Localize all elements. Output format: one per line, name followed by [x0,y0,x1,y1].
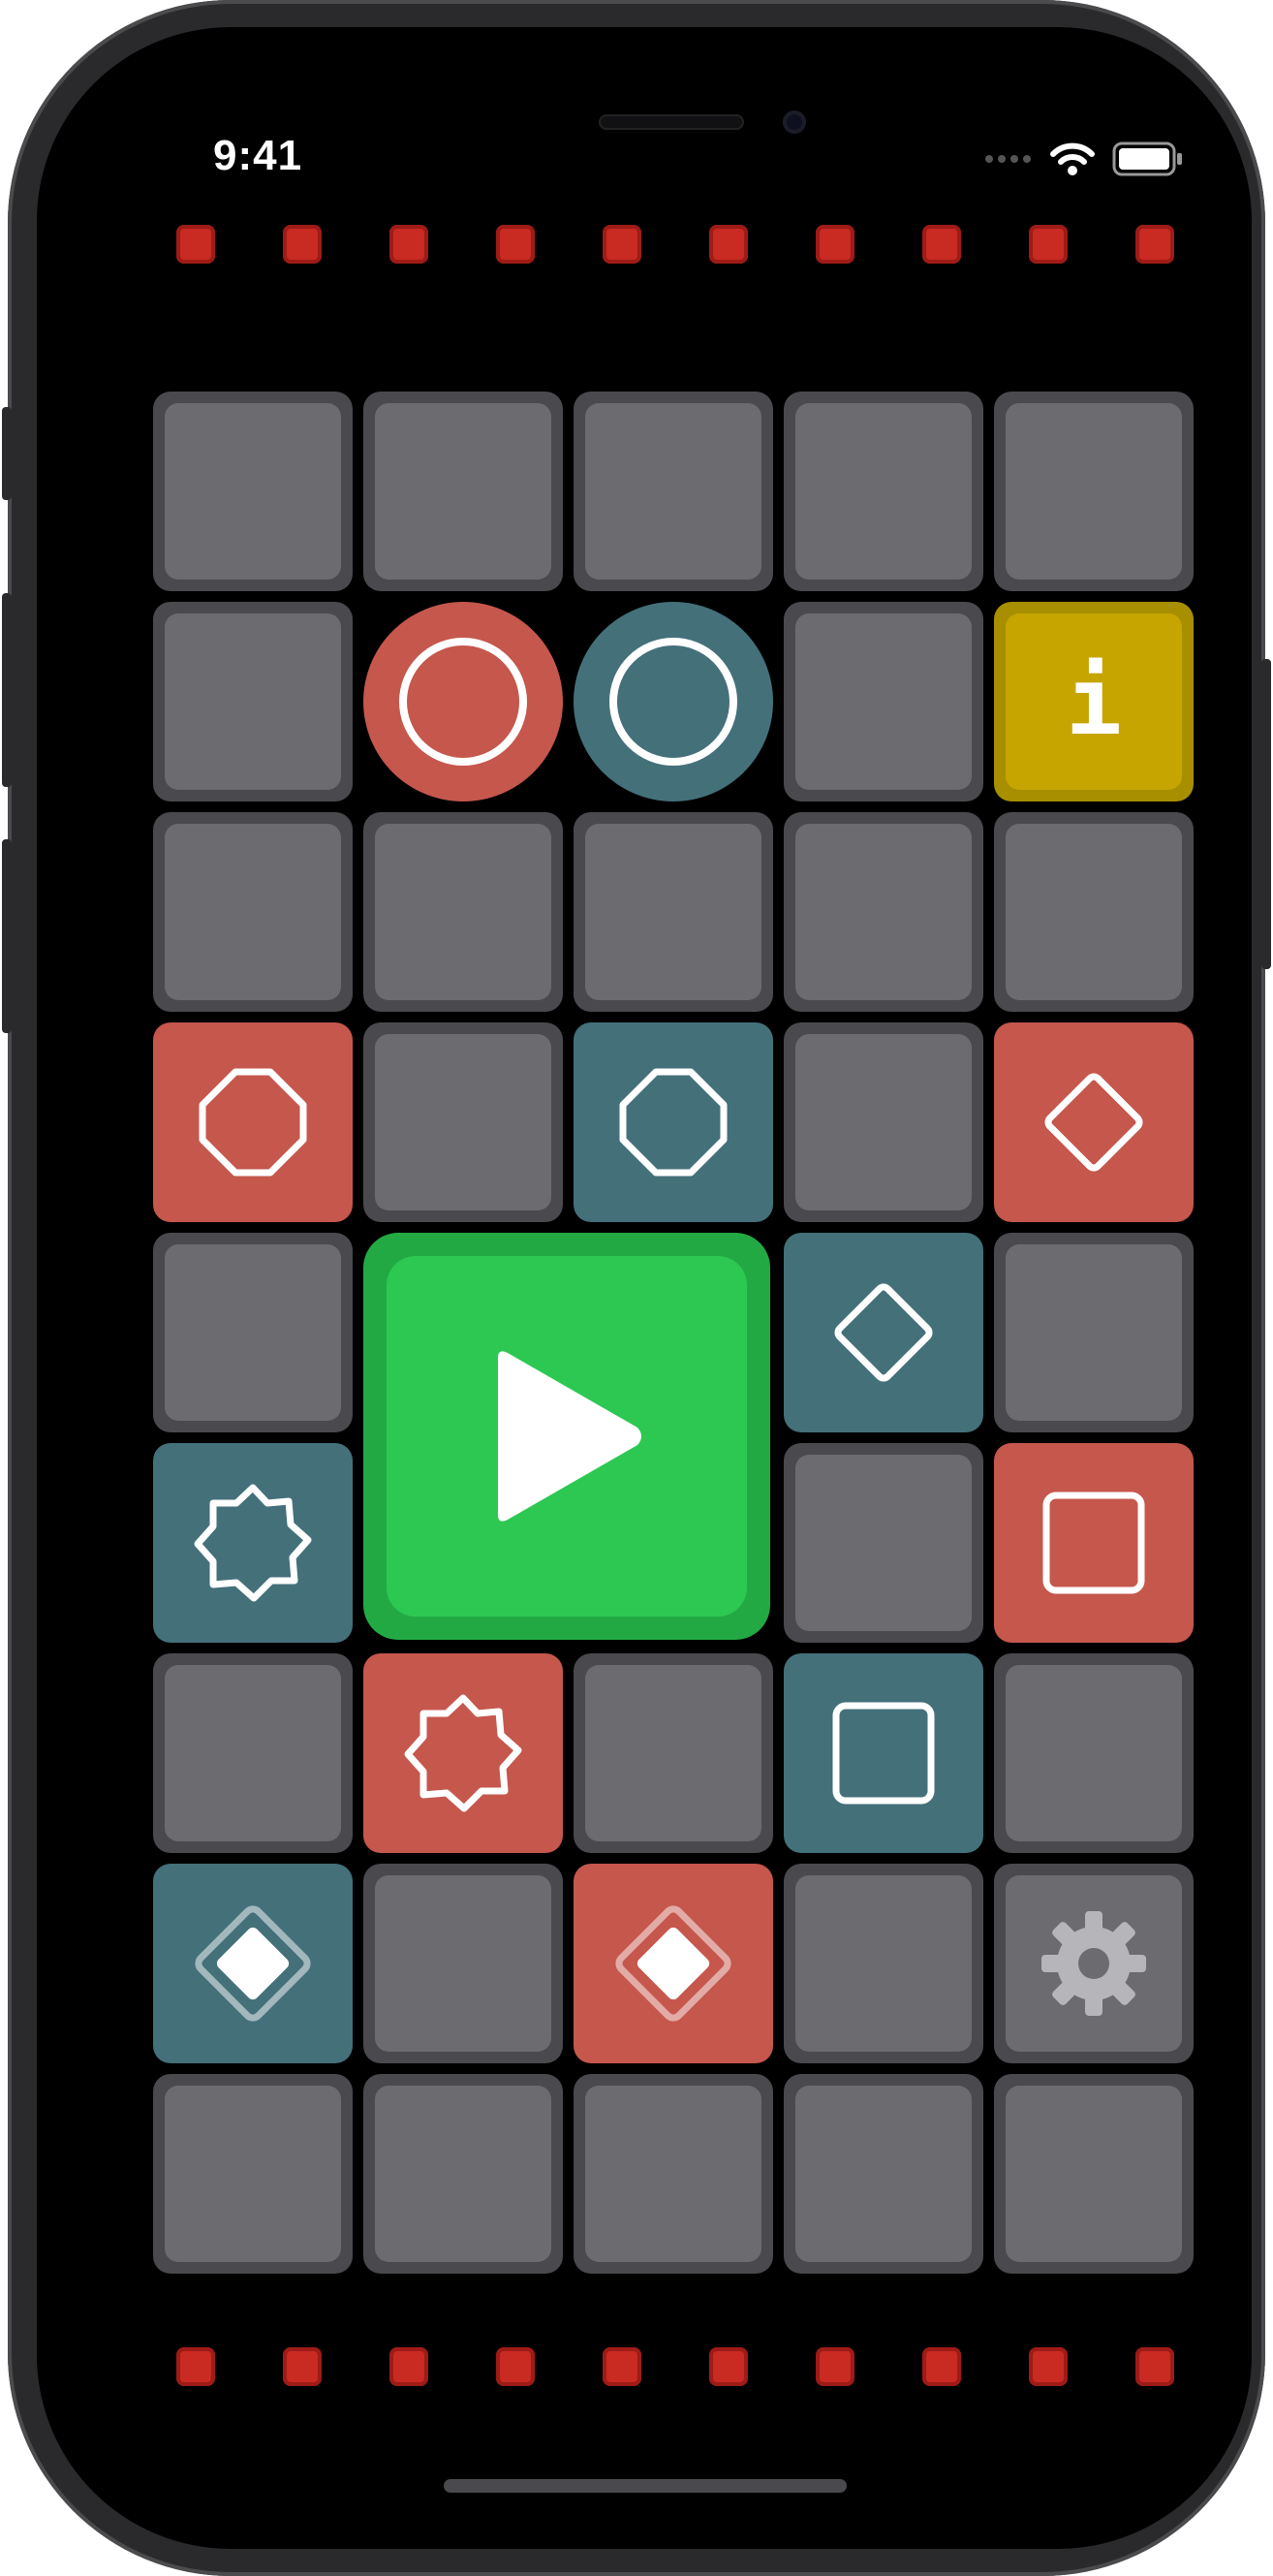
red-circle-pad[interactable] [363,602,563,801]
info-icon: i [1066,647,1122,756]
led-indicator [389,225,428,264]
empty-pad[interactable] [784,1022,983,1222]
empty-pad[interactable] [153,392,353,591]
teal-circle-pad[interactable] [574,602,773,801]
play-button[interactable] [363,1233,770,1640]
empty-pad[interactable] [153,1233,353,1432]
red-filled-diamond-pad[interactable] [574,1864,773,2063]
signal-dots-icon [985,155,1031,163]
empty-pad[interactable] [574,812,773,1012]
empty-pad[interactable] [784,2074,983,2274]
star-icon [404,1694,522,1812]
empty-pad[interactable] [994,2074,1194,2274]
led-indicator [709,2347,748,2386]
empty-pad[interactable] [574,1653,773,1853]
speaker-grille [599,114,744,130]
empty-pad[interactable] [784,1864,983,2063]
led-indicator [922,225,961,264]
octagon-icon [619,1068,728,1177]
empty-pad[interactable] [784,602,983,801]
led-indicator [389,2347,428,2386]
teal-square-pad[interactable] [784,1653,983,1853]
side-button-mute[interactable] [2,407,12,500]
led-row-top [176,225,1174,264]
led-row-bottom [176,2347,1174,2386]
led-indicator [496,2347,535,2386]
empty-pad[interactable] [574,2074,773,2274]
teal-octagon-pad[interactable] [574,1022,773,1222]
circle-icon [609,638,737,766]
red-square-pad[interactable] [994,1443,1194,1643]
side-button-volume-up[interactable] [2,593,12,787]
status-icons [984,141,1184,176]
empty-pad[interactable] [363,2074,563,2274]
empty-pad[interactable] [784,392,983,591]
screen: 9:41 i [37,27,1252,2549]
settings-button[interactable] [994,1864,1194,2063]
led-indicator [709,225,748,264]
empty-pad[interactable] [153,1653,353,1853]
side-button-power[interactable] [1261,659,1271,969]
empty-pad[interactable] [994,812,1194,1012]
square-icon [1042,1492,1145,1594]
circle-icon [399,638,527,766]
square-icon [832,1702,935,1805]
teal-filled-diamond-pad[interactable] [153,1864,353,2063]
led-indicator [283,2347,322,2386]
filled-diamond-icon [195,1905,311,2022]
wifi-icon [1050,142,1095,175]
empty-pad[interactable] [153,602,353,801]
status-time: 9:41 [213,132,303,179]
play-icon [498,1351,641,1522]
red-diamond-pad[interactable] [994,1022,1194,1222]
led-indicator [922,2347,961,2386]
led-indicator [816,225,854,264]
empty-pad[interactable] [363,812,563,1012]
home-indicator[interactable] [444,2479,847,2493]
empty-pad[interactable] [363,1864,563,2063]
front-camera [783,110,806,134]
battery-icon [1112,141,1182,176]
led-indicator [1029,2347,1068,2386]
led-indicator [1135,2347,1174,2386]
led-indicator [1135,225,1174,264]
empty-pad[interactable] [153,812,353,1012]
led-indicator [603,225,641,264]
empty-pad[interactable] [784,812,983,1012]
empty-pad[interactable] [153,2074,353,2274]
filled-diamond-icon [615,1905,731,2022]
empty-pad[interactable] [994,1653,1194,1853]
empty-pad[interactable] [784,1443,983,1643]
diamond-icon [1044,1073,1143,1172]
led-indicator [176,225,215,264]
teal-diamond-pad[interactable] [784,1233,983,1432]
red-octagon-pad[interactable] [153,1022,353,1222]
led-indicator [1029,225,1068,264]
info-button[interactable]: i [994,602,1194,801]
led-indicator [176,2347,215,2386]
empty-pad[interactable] [574,392,773,591]
led-indicator [603,2347,641,2386]
empty-pad[interactable] [994,392,1194,591]
empty-pad[interactable] [363,392,563,591]
empty-pad[interactable] [363,1022,563,1222]
side-button-volume-down[interactable] [2,839,12,1033]
teal-star-pad[interactable] [153,1443,353,1643]
led-indicator [816,2347,854,2386]
star-icon [194,1484,312,1602]
octagon-icon [199,1068,307,1177]
diamond-icon [834,1283,933,1382]
led-indicator [283,225,322,264]
empty-pad[interactable] [994,1233,1194,1432]
gear-icon [1041,1911,1146,2016]
pad-grid: i [153,392,1194,2276]
red-star-pad[interactable] [363,1653,563,1853]
phone-frame: 9:41 i [2,0,1271,2576]
led-indicator [496,225,535,264]
